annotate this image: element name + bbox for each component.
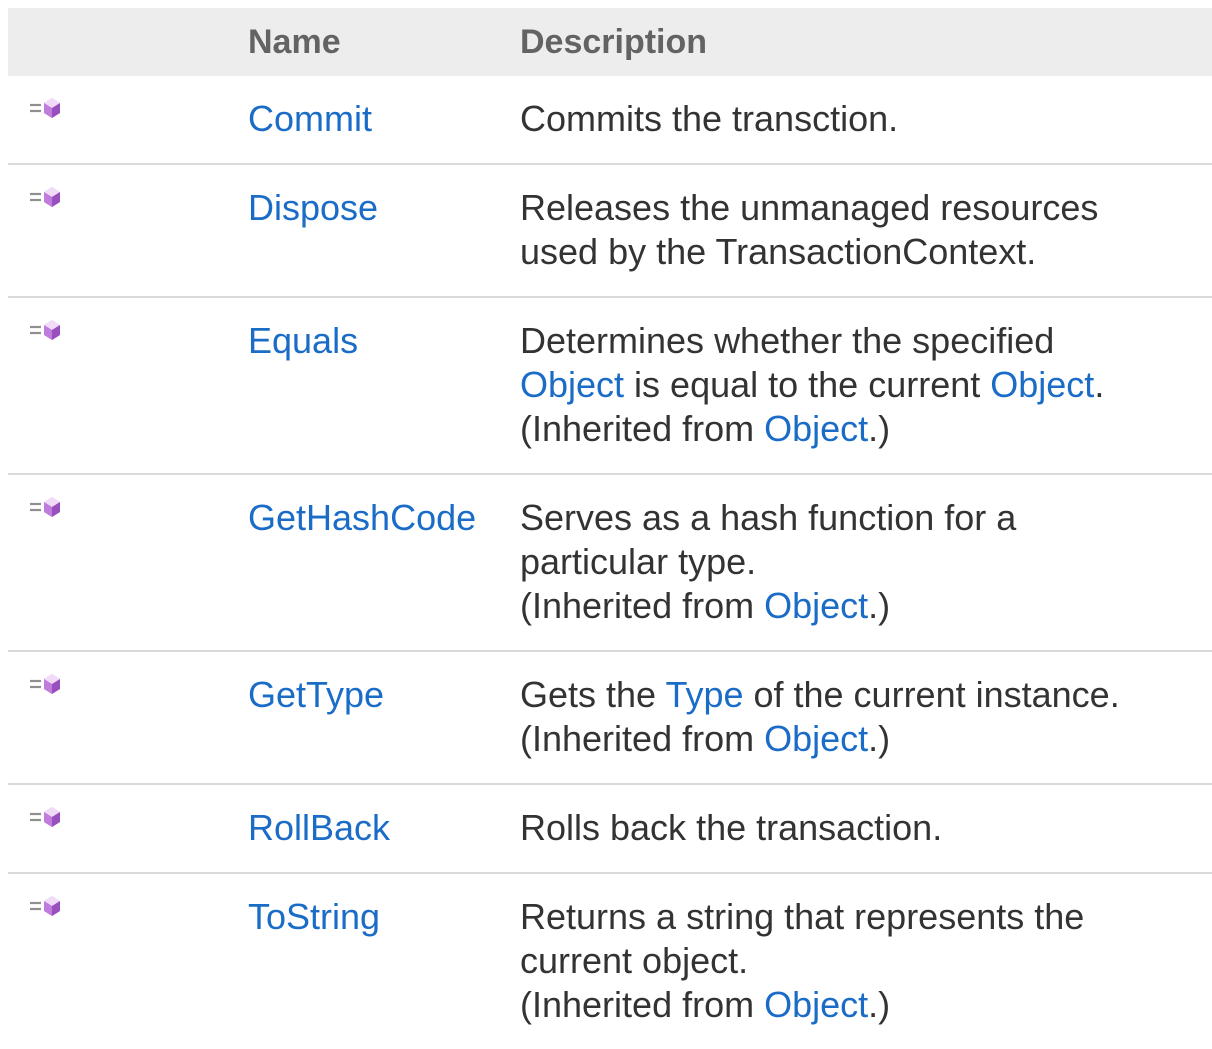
inherited-from-link[interactable]: Object	[764, 984, 868, 1025]
table-row: GetType Gets the Type of the current ins…	[8, 651, 1212, 784]
object-type-link[interactable]: Object	[990, 364, 1094, 405]
table-row: GetHashCode Serves as a hash function fo…	[8, 474, 1212, 651]
description-text: Releases the unmanaged resources	[520, 187, 1099, 228]
inherited-suffix: .)	[868, 408, 891, 449]
description-fragment: is equal to the current	[624, 364, 991, 405]
method-link-gettype[interactable]: GetType	[248, 674, 384, 715]
inherited-suffix: .)	[868, 718, 891, 759]
public-method-icon	[28, 185, 68, 213]
header-description: Description	[520, 22, 708, 61]
row-icon-cell	[8, 651, 238, 784]
description-text: Serves as a hash function for a	[520, 497, 1017, 538]
method-link-gethashcode[interactable]: GetHashCode	[248, 497, 476, 538]
inherited-prefix: (Inherited from	[520, 984, 765, 1025]
row-description-cell: Serves as a hash function for a particul…	[510, 474, 1212, 651]
row-name-cell: Dispose	[238, 164, 510, 297]
public-method-icon	[28, 495, 68, 523]
public-method-icon	[28, 96, 68, 124]
row-description-cell: Rolls back the transaction.	[510, 784, 1212, 873]
inherited-from-link[interactable]: Object	[764, 585, 868, 626]
row-description-cell: Returns a string that represents the cur…	[510, 873, 1212, 1049]
inherited-note: (Inherited from Object.)	[520, 983, 1202, 1027]
description-text: Object is equal to the current Object.	[520, 363, 1202, 407]
table-row: Dispose Releases the unmanaged resources…	[8, 164, 1212, 297]
inherited-prefix: (Inherited from	[520, 718, 765, 759]
type-link[interactable]: Type	[665, 674, 743, 715]
row-description-cell: Commits the transction.	[510, 76, 1212, 164]
header-icon	[8, 8, 238, 76]
row-description-cell: Determines whether the specified Object …	[510, 297, 1212, 474]
description-text: Commits the transction.	[520, 98, 899, 139]
inherited-prefix: (Inherited from	[520, 585, 765, 626]
method-link-tostring[interactable]: ToString	[248, 896, 380, 937]
description-fragment: Gets the	[520, 674, 666, 715]
header-name: Name	[248, 22, 341, 61]
description-text: particular type.	[520, 541, 757, 582]
description-text: Returns a string that represents the	[520, 896, 1085, 937]
description-text: used by the TransactionContext.	[520, 231, 1037, 272]
row-icon-cell	[8, 873, 238, 1049]
method-link-rollback[interactable]: RollBack	[248, 807, 390, 848]
description-text: Determines whether the specified	[520, 320, 1055, 361]
public-method-icon	[28, 672, 68, 700]
description-fragment: .	[1094, 364, 1105, 405]
table-row: Equals Determines whether the specified …	[8, 297, 1212, 474]
row-name-cell: GetType	[238, 651, 510, 784]
method-link-dispose[interactable]: Dispose	[248, 187, 378, 228]
row-name-cell: Commit	[238, 76, 510, 164]
public-method-icon	[28, 805, 68, 833]
row-name-cell: RollBack	[238, 784, 510, 873]
inherited-from-link[interactable]: Object	[764, 718, 868, 759]
table-row: RollBack Rolls back the transaction.	[8, 784, 1212, 873]
row-icon-cell	[8, 164, 238, 297]
public-method-icon	[28, 318, 68, 346]
row-name-cell: ToString	[238, 873, 510, 1049]
inherited-suffix: .)	[868, 585, 891, 626]
description-text: current object.	[520, 940, 749, 981]
inherited-note: (Inherited from Object.)	[520, 717, 1202, 761]
description-text: Gets the Type of the current instance.	[520, 673, 1202, 717]
row-description-cell: Gets the Type of the current instance. (…	[510, 651, 1212, 784]
method-link-equals[interactable]: Equals	[248, 320, 358, 361]
row-icon-cell	[8, 297, 238, 474]
description-text: Rolls back the transaction.	[520, 807, 943, 848]
row-name-cell: GetHashCode	[238, 474, 510, 651]
row-icon-cell	[8, 784, 238, 873]
table-row: ToString Returns a string that represent…	[8, 873, 1212, 1049]
description-fragment: of the current instance.	[743, 674, 1120, 715]
inherited-from-link[interactable]: Object	[764, 408, 868, 449]
methods-table: Name Description Commit Commits the tran…	[8, 8, 1212, 1049]
method-link-commit[interactable]: Commit	[248, 98, 372, 139]
inherited-note: (Inherited from Object.)	[520, 584, 1202, 628]
inherited-note: (Inherited from Object.)	[520, 407, 1202, 451]
row-icon-cell	[8, 474, 238, 651]
table-header-row: Name Description	[8, 8, 1212, 76]
table-row: Commit Commits the transction.	[8, 76, 1212, 164]
row-description-cell: Releases the unmanaged resources used by…	[510, 164, 1212, 297]
inherited-suffix: .)	[868, 984, 891, 1025]
row-icon-cell	[8, 76, 238, 164]
object-type-link[interactable]: Object	[520, 364, 624, 405]
inherited-prefix: (Inherited from	[520, 408, 765, 449]
row-name-cell: Equals	[238, 297, 510, 474]
public-method-icon	[28, 894, 68, 922]
